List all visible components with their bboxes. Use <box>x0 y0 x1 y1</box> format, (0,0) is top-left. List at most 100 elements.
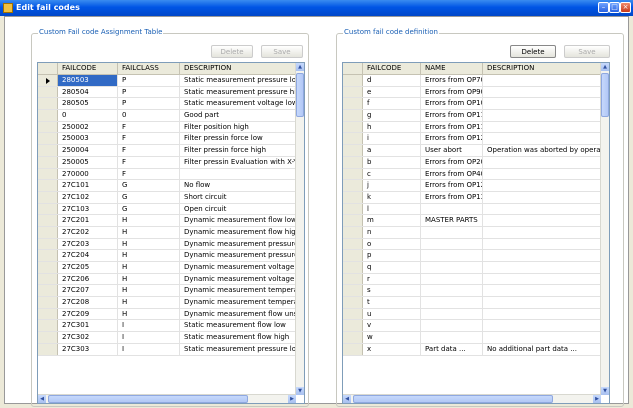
scroll-left-icon[interactable]: ◀ <box>343 395 351 403</box>
table-cell[interactable]: I <box>118 320 180 332</box>
table-row[interactable]: 250005 F Filter pressin Evaluation with X-… <box>38 156 300 169</box>
row-header[interactable] <box>38 121 58 133</box>
row-header[interactable] <box>38 110 58 121</box>
table-cell[interactable]: P <box>118 98 180 110</box>
close-icon[interactable]: × <box>620 2 631 13</box>
table-cell[interactable] <box>421 238 483 250</box>
column-header[interactable]: FAILCODE <box>58 63 118 74</box>
row-header[interactable] <box>343 86 363 98</box>
scroll-up-icon[interactable]: ▲ <box>601 63 609 71</box>
minimize-icon[interactable]: – <box>598 2 609 13</box>
table-row[interactable]: 27C203 H Dynamic measurement pressure low <box>38 238 300 251</box>
table-cell[interactable]: Static measurement pressure high <box>180 86 300 98</box>
table-cell[interactable] <box>483 180 603 191</box>
table-row[interactable]: 27C209HDynamic measurement flow unstable <box>38 308 300 321</box>
table-cell[interactable] <box>483 75 603 86</box>
table-cell[interactable]: v <box>363 320 421 332</box>
row-header[interactable] <box>38 297 58 308</box>
table-cell[interactable]: Filter pressin force low <box>180 133 300 145</box>
table-cell[interactable]: F <box>118 133 180 145</box>
table-cell[interactable]: 27C303 <box>58 343 118 355</box>
row-header[interactable] <box>38 180 58 191</box>
table-cell[interactable] <box>421 320 483 332</box>
table-cell[interactable]: Dynamic measurement pressure high <box>180 250 300 261</box>
table-cell[interactable] <box>483 308 603 320</box>
table-cell[interactable]: Dynamic measurement temperature l <box>180 285 300 297</box>
table-cell[interactable] <box>483 320 603 332</box>
row-header[interactable] <box>38 98 58 110</box>
row-header[interactable] <box>343 145 363 156</box>
table-row[interactable]: iErrors from OP121 <box>343 133 603 146</box>
table-cell[interactable]: t <box>363 297 421 308</box>
table-cell[interactable]: Errors from OP122 <box>421 180 483 191</box>
row-header[interactable] <box>38 226 58 238</box>
table-cell[interactable]: H <box>118 308 180 320</box>
table-cell[interactable]: 27C204 <box>58 250 118 261</box>
table-row[interactable]: 27C207HDynamic measurement temperature l <box>38 285 300 298</box>
row-header[interactable] <box>38 86 58 98</box>
scroll-right-icon[interactable]: ▶ <box>288 395 296 403</box>
table-cell[interactable]: I <box>118 343 180 355</box>
table-row[interactable]: 250002 F Filter position high <box>38 121 300 134</box>
table-cell[interactable]: Errors from OP113 <box>421 121 483 133</box>
scroll-up-icon[interactable]: ▲ <box>296 63 304 71</box>
row-header[interactable] <box>343 320 363 332</box>
column-header[interactable]: FAILCODE <box>363 63 421 74</box>
table-cell[interactable]: 27C208 <box>58 297 118 308</box>
table-cell[interactable]: Filter position high <box>180 121 300 133</box>
table-cell[interactable]: Errors from OP70 <box>421 75 483 86</box>
table-cell[interactable] <box>483 297 603 308</box>
table-cell[interactable]: g <box>363 110 421 121</box>
table-row[interactable]: 27C202 H Dynamic measurement flow high <box>38 226 300 239</box>
table-cell[interactable]: p <box>363 250 421 261</box>
table-cell[interactable]: a <box>363 145 421 156</box>
table-cell[interactable] <box>483 238 603 250</box>
row-header[interactable] <box>38 250 58 261</box>
table-cell[interactable] <box>483 168 603 180</box>
table-cell[interactable]: 280504 <box>58 86 118 98</box>
table-cell[interactable]: f <box>363 98 421 110</box>
table-cell[interactable]: G <box>118 180 180 191</box>
table-row[interactable]: p <box>343 250 603 262</box>
horizontal-scrollbar[interactable]: ◀ ▶ <box>38 394 296 403</box>
table-row[interactable]: t <box>343 297 603 309</box>
table-row[interactable]: 27C101 G No flow <box>38 180 300 192</box>
table-cell[interactable]: 280503 <box>58 75 118 86</box>
vertical-scrollbar[interactable]: ▲ ▼ <box>600 63 609 395</box>
table-cell[interactable] <box>483 332 603 343</box>
table-cell[interactable]: Static measurement flow low <box>180 320 300 332</box>
scroll-right-icon[interactable]: ▶ <box>593 395 601 403</box>
row-header[interactable] <box>343 133 363 145</box>
table-cell[interactable]: User abort <box>421 145 483 156</box>
row-header[interactable] <box>38 203 58 215</box>
table-row[interactable]: kErrors from OP132 <box>343 191 603 204</box>
table-row[interactable]: v <box>343 320 603 333</box>
table-cell[interactable]: Static measurement pressure low <box>180 75 300 86</box>
table-cell[interactable]: F <box>118 145 180 156</box>
table-cell[interactable]: Operation was aborted by operator <box>483 145 603 156</box>
table-cell[interactable]: H <box>118 262 180 273</box>
horizontal-scroll-thumb[interactable] <box>48 395 248 403</box>
table-row[interactable]: fErrors from OP100 <box>343 98 603 111</box>
table-cell[interactable] <box>421 262 483 273</box>
left-delete-button[interactable]: Delete <box>211 45 253 58</box>
row-header[interactable] <box>343 238 363 250</box>
table-cell[interactable]: 250005 <box>58 156 118 168</box>
table-cell[interactable]: P <box>118 75 180 86</box>
right-delete-button[interactable]: Delete <box>510 45 556 58</box>
table-cell[interactable]: e <box>363 86 421 98</box>
table-cell[interactable]: Errors from OP40 <box>421 168 483 180</box>
table-cell[interactable]: d <box>363 75 421 86</box>
table-cell[interactable] <box>421 297 483 308</box>
table-cell[interactable]: 27C205 <box>58 262 118 273</box>
table-cell[interactable] <box>483 262 603 273</box>
table-cell[interactable]: 27C102 <box>58 191 118 203</box>
table-cell[interactable]: Dynamic measurement pressure low <box>180 238 300 250</box>
table-cell[interactable]: h <box>363 121 421 133</box>
table-cell[interactable] <box>483 110 603 121</box>
table-cell[interactable] <box>483 285 603 297</box>
table-cell[interactable]: Filter pressin force high <box>180 145 300 156</box>
table-cell[interactable]: 27C201 <box>58 215 118 226</box>
vertical-scroll-thumb[interactable] <box>296 73 304 117</box>
row-header[interactable] <box>38 156 58 168</box>
